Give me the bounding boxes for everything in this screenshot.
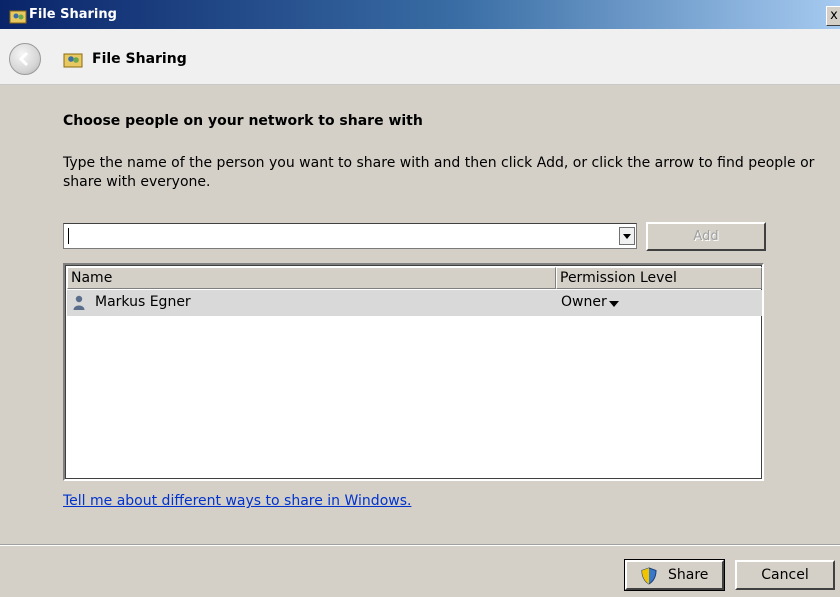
column-header-permission[interactable]: Permission Level <box>556 267 762 289</box>
nav-title: File Sharing <box>92 51 187 67</box>
back-arrow-icon <box>18 51 29 67</box>
list-header: Name Permission Level <box>67 267 762 289</box>
close-button[interactable]: x <box>826 6 840 26</box>
footer-divider <box>0 544 840 546</box>
help-link[interactable]: Tell me about different ways to share in… <box>63 493 411 509</box>
user-name-cell: Markus Egner <box>95 294 191 310</box>
people-folder-icon <box>9 10 27 24</box>
share-button[interactable]: Share <box>624 559 725 591</box>
name-combobox[interactable] <box>63 223 637 249</box>
page-heading: Choose people on your network to share w… <box>63 113 423 129</box>
shield-icon <box>641 567 657 585</box>
column-header-name[interactable]: Name <box>67 267 556 289</box>
table-row[interactable]: Markus Egner Owner <box>67 290 762 316</box>
share-label: Share <box>668 567 709 583</box>
sharing-list[interactable]: Name Permission Level Markus Egner Owner <box>63 263 764 481</box>
people-folder-icon <box>63 53 83 68</box>
back-button[interactable] <box>9 43 41 75</box>
dropdown-arrow-icon[interactable] <box>609 301 619 307</box>
title-bar: File Sharing x <box>0 0 840 29</box>
dropdown-arrow-button[interactable] <box>619 227 635 245</box>
close-icon: x <box>830 8 838 23</box>
user-icon <box>73 295 85 310</box>
text-caret <box>68 228 69 244</box>
permission-dropdown[interactable]: Owner <box>561 294 607 310</box>
name-input[interactable] <box>66 226 617 246</box>
instructions-text: Type the name of the person you want to … <box>63 155 815 190</box>
add-button[interactable]: Add <box>646 222 766 251</box>
window-title: File Sharing <box>29 7 117 22</box>
navigation-bar: File Sharing <box>0 29 840 85</box>
cancel-button[interactable]: Cancel <box>735 560 835 590</box>
